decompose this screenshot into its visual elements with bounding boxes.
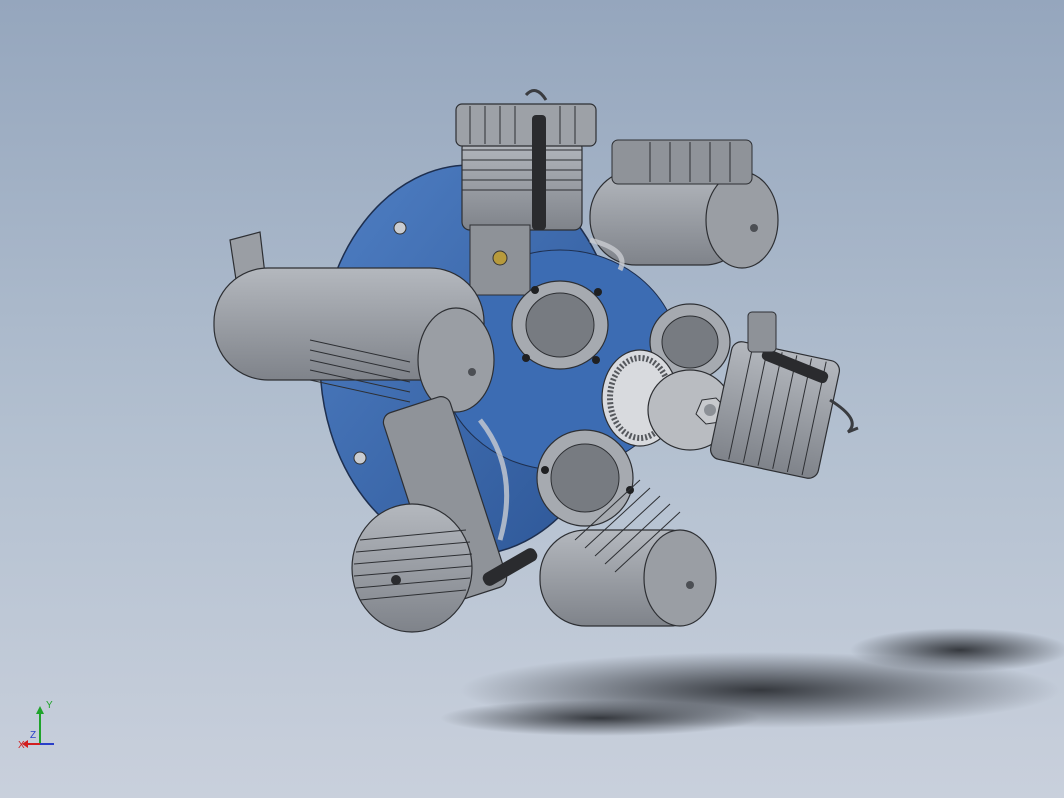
x-axis-label: X	[18, 740, 25, 751]
ground-shadow	[440, 628, 1064, 736]
cylinder-right[interactable]	[709, 311, 859, 480]
graphics-viewport[interactable]: Y Z X	[0, 0, 1064, 798]
muffler-top-right[interactable]	[589, 139, 779, 269]
intake-port-upper[interactable]	[511, 280, 609, 370]
model-view[interactable]	[0, 0, 1064, 798]
z-axis-label: Z	[30, 730, 36, 741]
y-axis-label: Y	[46, 700, 53, 711]
coordinate-triad: Y Z X	[14, 694, 64, 754]
